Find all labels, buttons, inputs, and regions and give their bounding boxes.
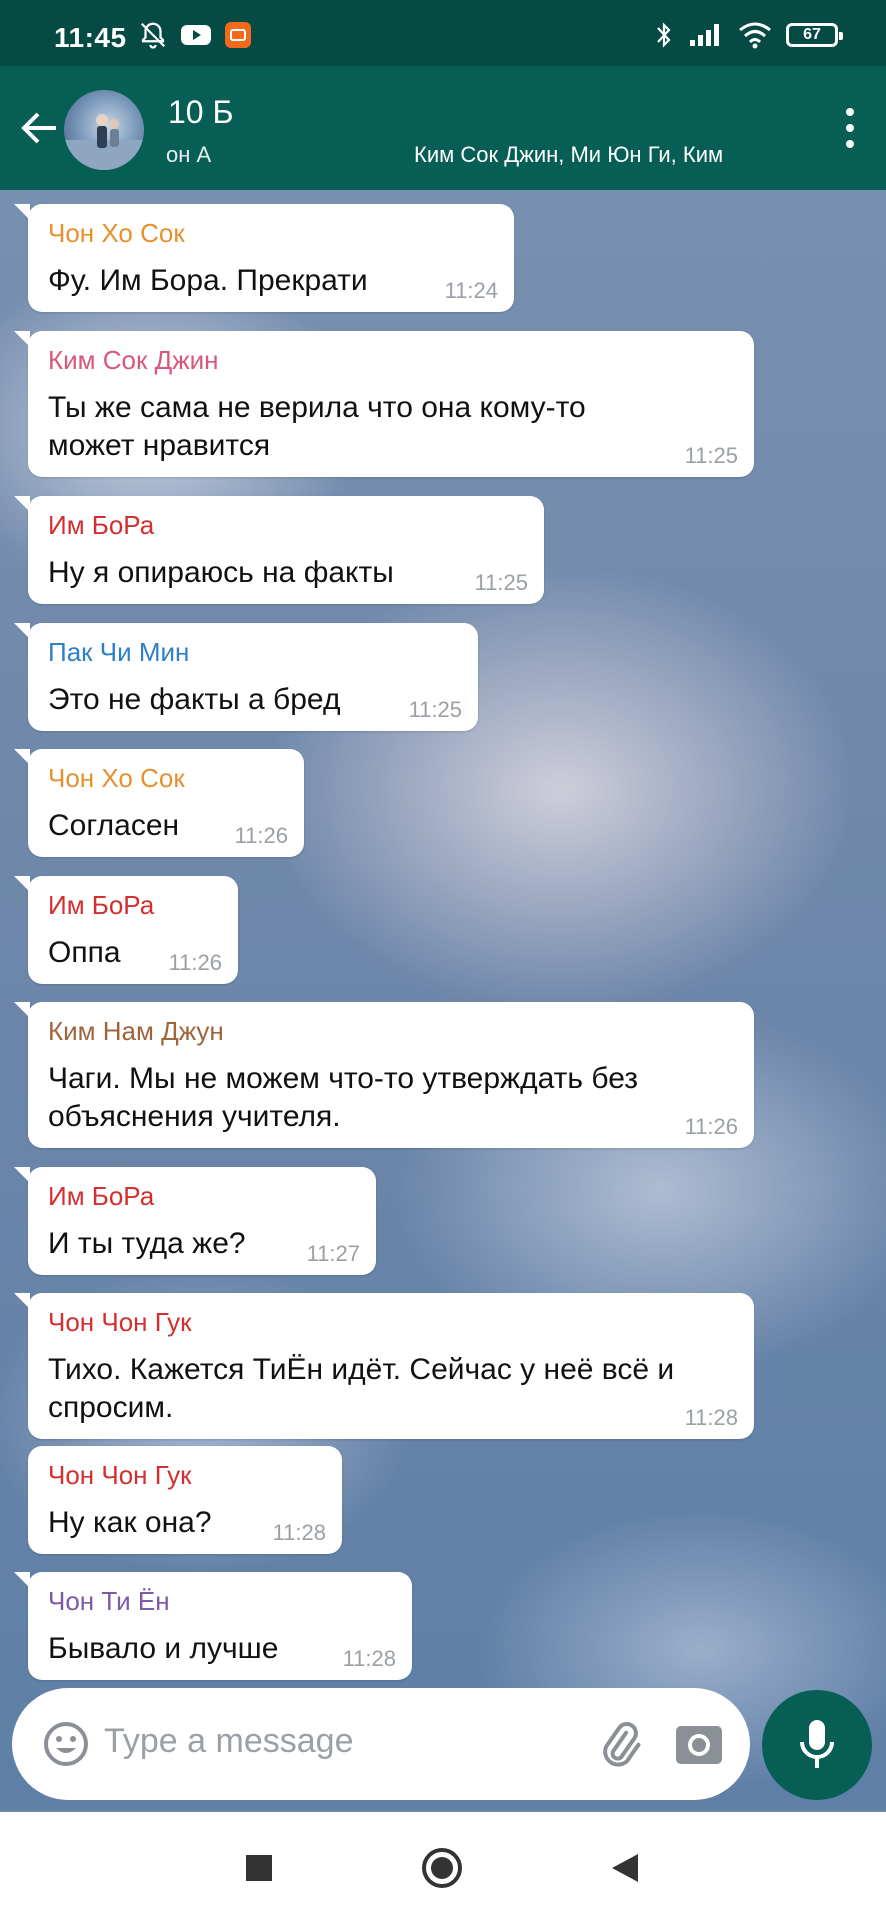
- status-left-icons: [138, 20, 252, 50]
- wifi-icon: [739, 22, 771, 49]
- message-sender: Им БоРа: [48, 510, 155, 540]
- message-text: Ну как она?: [48, 1506, 212, 1539]
- message-time: 11:25: [474, 570, 528, 595]
- message-text: Тихо. Кажется ТиЁн идёт. Сейчас у неё вс…: [48, 1353, 675, 1386]
- youtube-icon: [181, 25, 211, 45]
- message-time: 11:24: [444, 278, 498, 303]
- message-time: 11:25: [408, 697, 462, 722]
- group-avatar[interactable]: [64, 90, 144, 170]
- more-vert-icon[interactable]: [840, 106, 860, 150]
- battery-icon: 67: [786, 23, 843, 47]
- message-bubble[interactable]: Чон Хо Сок Фу. Им Бора. Прекрати 11:24: [14, 204, 514, 312]
- message-sender: Пак Чи Мин: [48, 637, 190, 667]
- status-right-icons: 67: [654, 20, 843, 50]
- status-time: 11:45: [54, 22, 127, 53]
- message-text: Ты же сама не верила что она кому-то: [48, 391, 586, 424]
- message-time: 11:27: [306, 1241, 360, 1266]
- message-sender: Чон Хо Сок: [48, 763, 185, 793]
- message-time: 11:25: [684, 443, 738, 468]
- message-sender: Им БоРа: [48, 890, 155, 920]
- message-text: Бывало и лучше: [48, 1632, 279, 1665]
- message-time: 11:28: [684, 1405, 738, 1430]
- chat-title[interactable]: 10 Б: [168, 94, 233, 131]
- recents-square-icon[interactable]: [246, 1855, 272, 1881]
- back-arrow-icon[interactable]: [16, 104, 64, 152]
- message-text: Оппа: [48, 936, 121, 969]
- message-text: спросим.: [48, 1391, 174, 1424]
- message-text: И ты туда же?: [48, 1227, 246, 1260]
- message-sender: Чон Чон Гук: [48, 1460, 192, 1490]
- attach-icon[interactable]: [594, 1718, 646, 1770]
- message-text: Согласен: [48, 809, 180, 842]
- mi-app-icon: [225, 22, 251, 48]
- back-triangle-icon[interactable]: [610, 1852, 640, 1884]
- message-time: 11:26: [168, 950, 222, 975]
- chat-members: Ким Сок Джин, Ми Юн Ги, Ким: [414, 142, 724, 167]
- message-time: 11:28: [272, 1520, 326, 1545]
- message-bubble[interactable]: Им БоРа И ты туда же? 11:27: [14, 1167, 376, 1275]
- message-text: Это не факты а бред: [48, 683, 341, 716]
- chat-subtitle-left: он А: [166, 142, 212, 167]
- message-text: может нравится: [48, 429, 271, 462]
- message-time: 11:26: [234, 823, 288, 848]
- message-bubble[interactable]: Ким Сок Джин Ты же сама не верила что он…: [14, 331, 754, 477]
- message-bubble[interactable]: Им БоРа Оппа 11:26: [14, 876, 238, 984]
- mic-button[interactable]: [762, 1690, 872, 1800]
- avatar-image: [64, 114, 144, 170]
- message-sender: Чон Ти Ён: [48, 1586, 170, 1616]
- message-bubble[interactable]: Ким Нам Джун Чаги. Мы не можем что-то ут…: [14, 1002, 754, 1148]
- message-text: Чаги. Мы не можем что-то утверждать без: [48, 1062, 638, 1095]
- mute-icon: [140, 22, 166, 49]
- message-bubble[interactable]: Чон Хо Сок Согласен 11:26: [14, 749, 304, 857]
- message-bubble[interactable]: Чон Чон Гук Тихо. Кажется ТиЁн идёт. Сей…: [14, 1293, 754, 1439]
- message-bubble[interactable]: Чон Чон Гук Ну как она? 11:28: [28, 1446, 342, 1554]
- home-circle-icon[interactable]: [420, 1846, 464, 1890]
- message-text: объяснения учителя.: [48, 1100, 341, 1133]
- emoji-icon[interactable]: [42, 1720, 90, 1768]
- mic-icon: [800, 1720, 834, 1768]
- message-sender: Чон Хо Сок: [48, 218, 185, 248]
- message-bubble[interactable]: Им БоРа Ну я опираюсь на факты 11:25: [14, 496, 544, 604]
- camera-icon[interactable]: [674, 1720, 724, 1768]
- status-bar: 11:45 67: [0, 0, 886, 66]
- message-time: 11:28: [342, 1646, 396, 1671]
- message-sender: Им БоРа: [48, 1181, 155, 1211]
- message-sender: Ким Нам Джун: [48, 1016, 224, 1046]
- message-bubble[interactable]: Пак Чи Мин Это не факты а бред 11:25: [14, 623, 478, 731]
- battery-level: 67: [803, 26, 821, 43]
- message-text: Ну я опираюсь на факты: [48, 556, 394, 589]
- message-input[interactable]: Type a message: [104, 1722, 353, 1761]
- message-sender: Ким Сок Джин: [48, 345, 219, 375]
- bluetooth-icon: [657, 22, 671, 48]
- message-input-bar[interactable]: Type a message: [12, 1688, 750, 1800]
- message-text: Фу. Им Бора. Прекрати: [48, 264, 368, 297]
- message-sender: Чон Чон Гук: [48, 1307, 192, 1337]
- chat-header: 10 Б он А Ким Сок Джин, Ми Юн Ги, Ким: [0, 66, 886, 190]
- signal-icon: [690, 24, 719, 46]
- message-bubble[interactable]: Чон Ти Ён Бывало и лучше 11:28: [14, 1572, 412, 1680]
- message-time: 11:26: [684, 1114, 738, 1139]
